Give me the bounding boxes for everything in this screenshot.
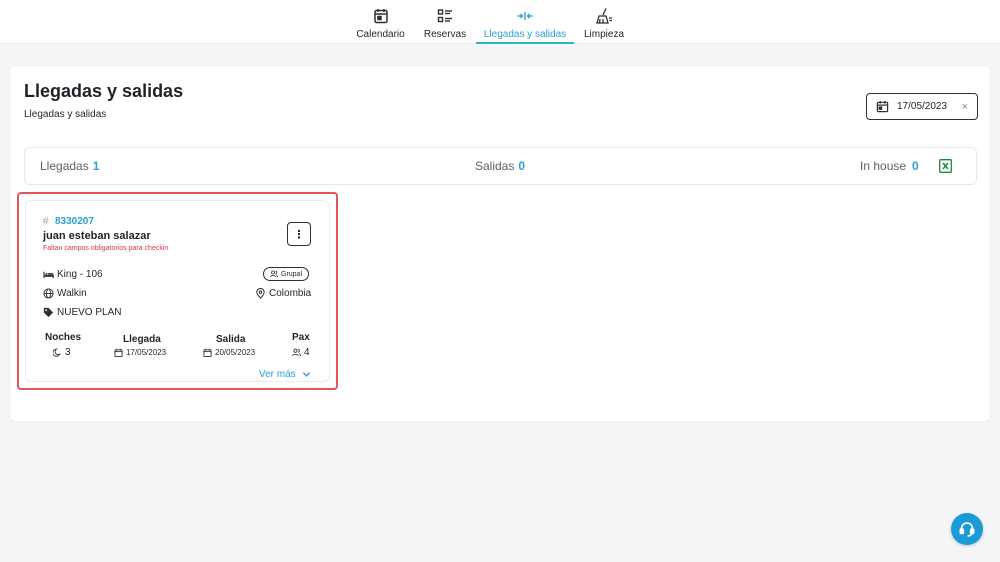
room-label: King - 106 <box>57 269 103 280</box>
tab-calendario[interactable]: Calendario <box>355 0 406 44</box>
list-icon <box>437 9 452 23</box>
noches-value: 3 <box>53 347 71 358</box>
tab-limpieza[interactable]: Limpieza <box>584 0 624 44</box>
tab-reservas-label: Reservas <box>423 29 467 40</box>
salida-label: Salida <box>216 334 246 345</box>
location-pin-icon <box>256 288 265 299</box>
calendar-icon <box>373 9 388 24</box>
headset-icon <box>959 522 975 537</box>
llegada-value: 17/05/2023 <box>114 348 166 357</box>
pax-value: 4 <box>292 347 310 358</box>
llegadas-count: 1 <box>92 159 100 173</box>
llegada-label: Llegada <box>123 334 161 345</box>
group-badge-label: Grupal <box>281 270 303 278</box>
llegada-date: 17/05/2023 <box>126 348 167 357</box>
salidas-label: Salidas <box>475 159 515 173</box>
noches-count: 3 <box>65 347 71 358</box>
globe-icon <box>43 288 54 299</box>
country-info: Colombia <box>255 288 311 299</box>
page-subtitle: Llegadas y salidas <box>24 109 107 120</box>
salidas-count: 0 <box>518 159 526 173</box>
checkin-warning: Faltan campos obligatorios para checkin <box>43 245 169 252</box>
clear-date-icon[interactable]: × <box>962 100 968 114</box>
moon-icon <box>53 348 61 357</box>
plan-label: NUEVO PLAN <box>57 307 122 318</box>
tab-reservas[interactable]: Reservas <box>424 0 466 44</box>
date-value: 17/05/2023 <box>897 101 948 112</box>
tab-llegadas-y-salidas[interactable]: Llegadas y salidas <box>476 0 574 44</box>
reservation-number[interactable]: 8330207 <box>55 216 94 227</box>
inhouse-count: 0 <box>912 159 919 173</box>
support-button[interactable] <box>951 513 983 545</box>
salida-date: 20/05/2023 <box>215 348 256 357</box>
summary-inhouse[interactable]: In house 0 <box>860 159 919 173</box>
calendar-icon <box>876 100 889 113</box>
summary-salidas[interactable]: Salidas 0 <box>475 159 525 173</box>
tab-calendario-label: Calendario <box>356 29 405 40</box>
pax-label: Pax <box>292 332 310 343</box>
pax-count: 4 <box>304 347 310 358</box>
tab-llegadas-label: Llegadas y salidas <box>483 29 567 40</box>
room-info: King - 106 <box>43 269 103 280</box>
inhouse-label: In house <box>860 159 907 173</box>
bed-icon <box>43 271 54 279</box>
channel-info: Walkin <box>43 288 87 299</box>
chevron-down-icon <box>302 372 310 377</box>
broom-icon <box>596 8 612 24</box>
ver-mas-link[interactable]: Ver más <box>259 369 311 380</box>
noches-label: Noches <box>45 332 82 343</box>
kebab-icon: ⋮ <box>293 228 305 241</box>
summary-bar: Llegadas 1 Salidas 0 In house 0 <box>24 147 977 185</box>
ver-mas-label: Ver más <box>259 369 296 380</box>
page-title: Llegadas y salidas <box>24 81 184 101</box>
calendar-icon <box>114 348 123 357</box>
guest-name: juan esteban salazar <box>43 230 151 242</box>
date-filter[interactable]: 17/05/2023 × <box>866 93 978 120</box>
tab-limpieza-label: Limpieza <box>583 29 625 40</box>
group-badge: Grupal <box>263 267 310 281</box>
summary-llegadas[interactable]: Llegadas 1 <box>40 159 99 173</box>
tag-icon <box>43 307 54 318</box>
users-icon <box>292 348 301 357</box>
llegadas-label: Llegadas <box>40 159 89 173</box>
calendar-icon <box>203 348 212 357</box>
channel-label: Walkin <box>57 288 87 299</box>
excel-export-icon[interactable] <box>939 159 952 173</box>
plan-info: NUEVO PLAN <box>43 307 121 318</box>
users-icon <box>270 270 278 278</box>
country-label: Colombia <box>269 288 312 299</box>
reservation-hash: # <box>43 216 49 227</box>
booking-card[interactable]: # 8330207 juan esteban salazar Faltan ca… <box>25 200 330 382</box>
salida-value: 20/05/2023 <box>203 348 255 357</box>
arrows-in-out-icon <box>517 12 533 20</box>
more-options-button[interactable]: ⋮ <box>287 222 311 246</box>
top-navigation: Calendario Reservas Llegadas y salidas L… <box>0 0 1000 44</box>
